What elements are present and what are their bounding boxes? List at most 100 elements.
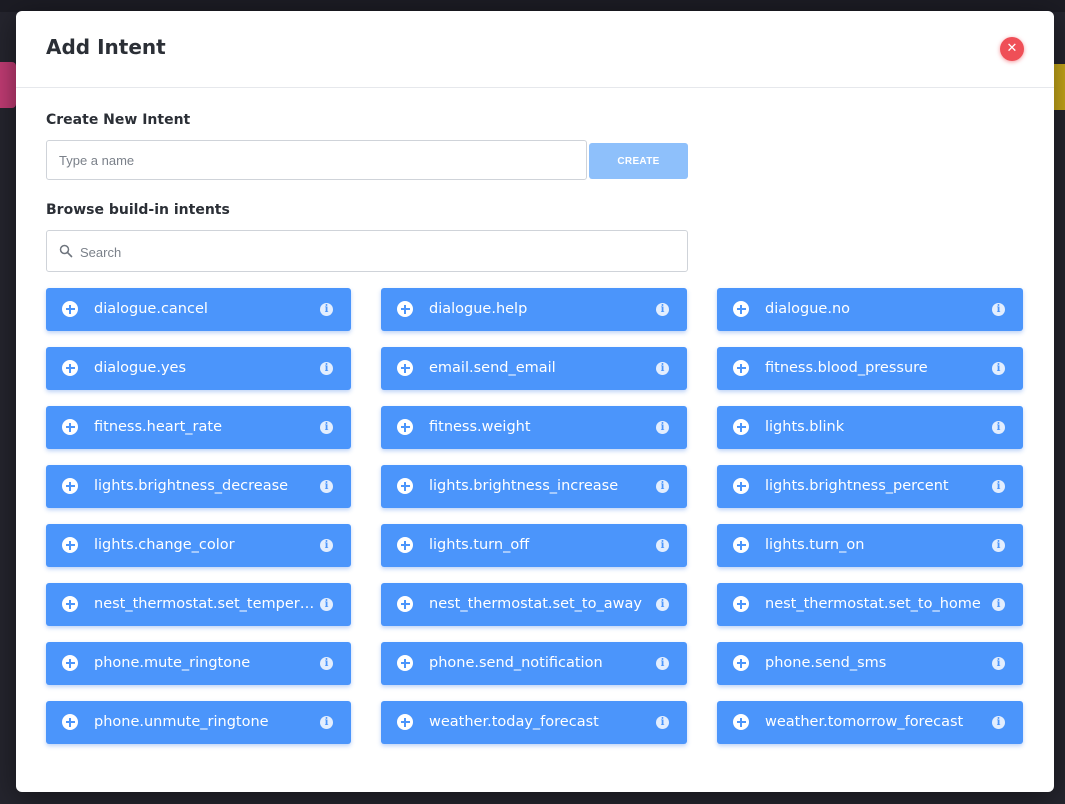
browse-intents-label: Browse build-in intents bbox=[46, 202, 230, 218]
plus-circle-icon bbox=[733, 478, 749, 494]
info-icon[interactable]: i bbox=[656, 362, 669, 375]
plus-circle-icon bbox=[62, 655, 78, 671]
plus-circle-icon bbox=[62, 419, 78, 435]
intent-button[interactable]: phone.send_notification i bbox=[381, 642, 687, 685]
add-intent-modal: Add Intent ✕ Create New Intent CREATE Br… bbox=[16, 11, 1054, 792]
intent-label: dialogue.cancel bbox=[94, 301, 208, 317]
info-icon[interactable]: i bbox=[320, 303, 333, 316]
intent-button[interactable]: phone.mute_ringtone i bbox=[46, 642, 351, 685]
create-button[interactable]: CREATE bbox=[589, 143, 688, 179]
plus-circle-icon bbox=[397, 301, 413, 317]
intent-button[interactable]: lights.brightness_percent i bbox=[717, 465, 1023, 508]
intent-button[interactable]: fitness.heart_rate i bbox=[46, 406, 351, 449]
info-icon[interactable]: i bbox=[320, 480, 333, 493]
intent-button[interactable]: phone.unmute_ringtone i bbox=[46, 701, 351, 744]
intent-button[interactable]: nest_thermostat.set_to_away i bbox=[381, 583, 687, 626]
info-icon[interactable]: i bbox=[992, 480, 1005, 493]
intent-grid: dialogue.cancel i dialogue.help i dialogue.n… bbox=[46, 288, 1023, 744]
info-icon[interactable]: i bbox=[320, 716, 333, 729]
intent-button[interactable]: weather.tomorrow_forecast i bbox=[717, 701, 1023, 744]
modal-title: Add Intent bbox=[46, 35, 166, 59]
intent-label: dialogue.yes bbox=[94, 360, 186, 376]
info-icon[interactable]: i bbox=[320, 362, 333, 375]
plus-circle-icon bbox=[62, 714, 78, 730]
info-icon[interactable]: i bbox=[320, 539, 333, 552]
intent-button[interactable]: dialogue.yes i bbox=[46, 347, 351, 390]
intent-label: nest_thermostat.set_to_home bbox=[765, 596, 981, 612]
intent-button[interactable]: lights.change_color i bbox=[46, 524, 351, 567]
info-icon[interactable]: i bbox=[656, 539, 669, 552]
plus-circle-icon bbox=[397, 714, 413, 730]
info-icon[interactable]: i bbox=[320, 421, 333, 434]
intent-button[interactable]: lights.brightness_increase i bbox=[381, 465, 687, 508]
search-field[interactable] bbox=[46, 230, 688, 272]
info-icon[interactable]: i bbox=[992, 657, 1005, 670]
info-icon[interactable]: i bbox=[656, 303, 669, 316]
intent-label: dialogue.help bbox=[429, 301, 528, 317]
intent-button[interactable]: email.send_email i bbox=[381, 347, 687, 390]
background-accent-right bbox=[1054, 64, 1065, 110]
intent-label: fitness.weight bbox=[429, 419, 531, 435]
info-icon[interactable]: i bbox=[992, 598, 1005, 611]
intent-button[interactable]: lights.turn_on i bbox=[717, 524, 1023, 567]
intent-button[interactable]: dialogue.no i bbox=[717, 288, 1023, 331]
info-icon[interactable]: i bbox=[656, 657, 669, 670]
intent-label: lights.blink bbox=[765, 419, 845, 435]
info-icon[interactable]: i bbox=[656, 598, 669, 611]
info-icon[interactable]: i bbox=[992, 421, 1005, 434]
close-icon: ✕ bbox=[1006, 41, 1018, 56]
plus-circle-icon bbox=[733, 655, 749, 671]
plus-circle-icon bbox=[397, 478, 413, 494]
plus-circle-icon bbox=[733, 301, 749, 317]
intent-button[interactable]: lights.brightness_decrease i bbox=[46, 465, 351, 508]
info-icon[interactable]: i bbox=[656, 716, 669, 729]
plus-circle-icon bbox=[62, 537, 78, 553]
intent-label: fitness.heart_rate bbox=[94, 419, 222, 435]
intent-label: lights.brightness_increase bbox=[429, 478, 619, 494]
plus-circle-icon bbox=[397, 655, 413, 671]
intent-label: weather.tomorrow_forecast bbox=[765, 714, 964, 730]
plus-circle-icon bbox=[397, 419, 413, 435]
intent-label: nest_thermostat.set_temperat... bbox=[94, 596, 316, 612]
plus-circle-icon bbox=[733, 714, 749, 730]
intent-button[interactable]: phone.send_sms i bbox=[717, 642, 1023, 685]
intent-button[interactable]: dialogue.cancel i bbox=[46, 288, 351, 331]
intent-button[interactable]: dialogue.help i bbox=[381, 288, 687, 331]
intent-button[interactable]: fitness.weight i bbox=[381, 406, 687, 449]
intent-button[interactable]: nest_thermostat.set_to_home i bbox=[717, 583, 1023, 626]
intent-label: nest_thermostat.set_to_away bbox=[429, 596, 642, 612]
intent-label: lights.brightness_percent bbox=[765, 478, 949, 494]
intent-label: phone.send_sms bbox=[765, 655, 887, 671]
search-icon bbox=[59, 244, 73, 258]
intent-button[interactable]: lights.blink i bbox=[717, 406, 1023, 449]
intent-label: phone.unmute_ringtone bbox=[94, 714, 269, 730]
intent-label: phone.send_notification bbox=[429, 655, 603, 671]
intent-button[interactable]: nest_thermostat.set_temperat... i bbox=[46, 583, 351, 626]
plus-circle-icon bbox=[62, 360, 78, 376]
intent-label: fitness.blood_pressure bbox=[765, 360, 928, 376]
intent-label: lights.change_color bbox=[94, 537, 235, 553]
info-icon[interactable]: i bbox=[320, 657, 333, 670]
intent-label: email.send_email bbox=[429, 360, 556, 376]
create-intent-label: Create New Intent bbox=[46, 112, 191, 128]
intent-name-input[interactable] bbox=[46, 140, 587, 180]
close-button[interactable]: ✕ bbox=[1000, 37, 1024, 61]
info-icon[interactable]: i bbox=[992, 362, 1005, 375]
plus-circle-icon bbox=[62, 478, 78, 494]
intent-label: weather.today_forecast bbox=[429, 714, 599, 730]
intent-button[interactable]: fitness.blood_pressure i bbox=[717, 347, 1023, 390]
info-icon[interactable]: i bbox=[656, 421, 669, 434]
intent-label: lights.brightness_decrease bbox=[94, 478, 289, 494]
info-icon[interactable]: i bbox=[992, 539, 1005, 552]
intent-button[interactable]: lights.turn_off i bbox=[381, 524, 687, 567]
intent-label: dialogue.no bbox=[765, 301, 851, 317]
modal-header: Add Intent ✕ bbox=[16, 11, 1054, 88]
info-icon[interactable]: i bbox=[992, 303, 1005, 316]
intent-button[interactable]: weather.today_forecast i bbox=[381, 701, 687, 744]
info-icon[interactable]: i bbox=[992, 716, 1005, 729]
intent-label: phone.mute_ringtone bbox=[94, 655, 251, 671]
search-input[interactable] bbox=[78, 232, 682, 272]
info-icon[interactable]: i bbox=[656, 480, 669, 493]
info-icon[interactable]: i bbox=[320, 598, 333, 611]
plus-circle-icon bbox=[733, 537, 749, 553]
